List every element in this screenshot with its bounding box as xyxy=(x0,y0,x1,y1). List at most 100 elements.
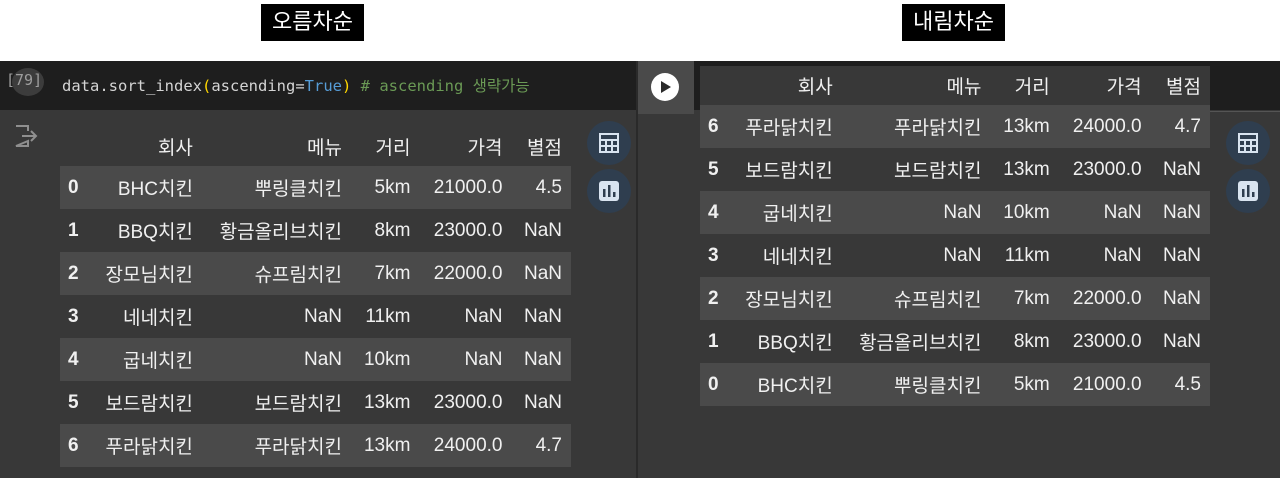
code-close-paren: ) xyxy=(341,77,352,95)
cell-company: 네네치킨 xyxy=(762,247,833,268)
cell-distance: 13km xyxy=(363,434,411,456)
cell-company: 굽네치킨 xyxy=(123,351,193,372)
table-row: 6 푸라닭치킨 푸라닭치킨 13km 24000.0 4.7 xyxy=(700,105,1210,148)
suggest-charts-button[interactable] xyxy=(587,169,631,213)
table-header-row: 회사 메뉴 거리 가격 별점 xyxy=(60,127,571,166)
cell-company: 굽네치킨 xyxy=(762,204,833,225)
table-row: 3 네네치킨 NaN 11km NaN NaN xyxy=(60,295,571,338)
dataframe-descending: 회사 메뉴 거리 가격 별점 6 푸라닭치킨 푸라닭치킨 13km 24000.… xyxy=(700,66,1210,406)
row-index: 4 xyxy=(708,201,719,223)
table-row: 1 BBQ치킨 황금올리브치킨 8km 23000.0 NaN xyxy=(700,320,1210,363)
convert-to-table-button[interactable] xyxy=(1226,121,1270,165)
cell-menu: 보드람치킨 xyxy=(254,394,342,415)
cell-rating: NaN xyxy=(523,391,562,413)
cell-price: 23000.0 xyxy=(433,219,503,241)
row-index: 6 xyxy=(68,434,79,456)
cell-price: NaN xyxy=(1103,244,1142,266)
table-row: 5 보드람치킨 보드람치킨 13km 23000.0 NaN xyxy=(700,148,1210,191)
header-distance: 거리 xyxy=(1014,77,1050,98)
table-row: 4 굽네치킨 NaN 10km NaN NaN xyxy=(700,191,1210,234)
cell-company: 네네치킨 xyxy=(123,308,193,329)
row-index: 0 xyxy=(68,176,79,198)
cell-company: BBQ치킨 xyxy=(117,222,193,243)
row-index: 2 xyxy=(68,262,79,284)
caption-descending: 내림차순 xyxy=(902,4,1005,41)
cell-rating: NaN xyxy=(1162,330,1201,352)
cell-price: NaN xyxy=(464,305,503,327)
play-icon[interactable] xyxy=(651,73,679,101)
cell-distance: 8km xyxy=(374,219,411,241)
header-menu: 메뉴 xyxy=(307,138,342,159)
row-index: 4 xyxy=(68,348,79,370)
cell-price: NaN xyxy=(464,348,503,370)
header-company: 회사 xyxy=(157,138,193,159)
table-header-row: 회사 메뉴 거리 가격 별점 xyxy=(700,66,1210,105)
cell-menu: NaN xyxy=(303,348,342,370)
convert-to-table-button[interactable] xyxy=(587,121,631,165)
code-bool-value: True xyxy=(304,77,342,95)
cell-price: 22000.0 xyxy=(433,262,503,284)
row-index: 0 xyxy=(708,373,719,395)
cell-rating: 4.7 xyxy=(1174,115,1201,137)
cell-rating: NaN xyxy=(1162,201,1201,223)
cell-distance: 11km xyxy=(365,305,411,327)
cell-rating: NaN xyxy=(1162,158,1201,180)
cell-price: 24000.0 xyxy=(433,434,503,456)
cell-rating: 4.5 xyxy=(535,176,562,198)
header-menu: 메뉴 xyxy=(946,77,982,98)
header-rating: 별점 xyxy=(1166,77,1201,98)
cell-company: 보드람치킨 xyxy=(105,394,193,415)
cell-price: 22000.0 xyxy=(1072,287,1142,309)
execution-count: [79] xyxy=(6,68,44,96)
cell-rating: 4.5 xyxy=(1174,373,1201,395)
row-index: 1 xyxy=(68,219,79,241)
table-icon xyxy=(1238,133,1258,153)
cell-rating: NaN xyxy=(523,262,562,284)
table-icon xyxy=(599,133,619,153)
code-function: data.sort_index xyxy=(62,77,202,95)
cell-distance: 13km xyxy=(363,391,411,413)
cell-menu: 슈프림치킨 xyxy=(894,290,982,311)
cell-price: NaN xyxy=(1103,201,1142,223)
run-cell-area[interactable] xyxy=(638,61,694,114)
cell-menu: 뿌링클치킨 xyxy=(254,179,342,200)
header-company: 회사 xyxy=(797,77,833,98)
cell-company: BBQ치킨 xyxy=(757,333,833,354)
code-arg: ascending= xyxy=(211,77,305,95)
cell-menu: 뿌링클치킨 xyxy=(894,376,982,397)
row-index: 5 xyxy=(708,158,719,180)
code-line[interactable]: data.sort_index(ascending=True) # ascend… xyxy=(62,74,530,96)
row-index: 3 xyxy=(68,305,79,327)
cell-price: 21000.0 xyxy=(433,176,503,198)
row-index: 1 xyxy=(708,330,719,352)
cell-menu: 황금올리브치킨 xyxy=(219,222,342,243)
cell-rating: NaN xyxy=(1162,244,1201,266)
table-row: 6 푸라닭치킨 푸라닭치킨 13km 24000.0 4.7 xyxy=(60,424,571,467)
header-price: 가격 xyxy=(467,138,503,159)
cell-price: 23000.0 xyxy=(1072,158,1142,180)
code-comment: # ascending 생략가능 xyxy=(351,77,530,95)
table-row: 1 BBQ치킨 황금올리브치킨 8km 23000.0 NaN xyxy=(60,209,571,252)
header-rating: 별점 xyxy=(527,138,562,159)
suggest-charts-button[interactable] xyxy=(1226,169,1270,213)
cell-distance: 5km xyxy=(1013,373,1050,395)
cell-company: 푸라닭치킨 xyxy=(105,437,193,458)
output-redirect-icon[interactable] xyxy=(12,123,40,149)
cell-company: 장모님치킨 xyxy=(105,265,193,286)
cell-menu: 황금올리브치킨 xyxy=(859,333,982,354)
code-input-row[interactable]: [79] data.sort_index(ascending=True) # a… xyxy=(0,61,636,110)
cell-price: 21000.0 xyxy=(1072,373,1142,395)
cell-menu: 푸라닭치킨 xyxy=(254,437,342,458)
cell-menu: 보드람치킨 xyxy=(894,161,982,182)
cell-company: BHC치킨 xyxy=(757,376,833,397)
table-row: 2 장모님치킨 슈프림치킨 7km 22000.0 NaN xyxy=(700,277,1210,320)
cell-distance: 10km xyxy=(1003,201,1050,223)
row-index: 6 xyxy=(708,115,719,137)
cell-distance: 7km xyxy=(1013,287,1050,309)
cell-price: 23000.0 xyxy=(1072,330,1142,352)
cell-rating: NaN xyxy=(1162,287,1201,309)
cell-menu: 슈프림치킨 xyxy=(254,265,342,286)
header-distance: 거리 xyxy=(375,138,411,159)
caption-ascending: 오름차순 xyxy=(261,4,364,41)
dataframe-ascending: 회사 메뉴 거리 가격 별점 0 BHC치킨 뿌링클치킨 5km 21000.0… xyxy=(60,127,571,467)
